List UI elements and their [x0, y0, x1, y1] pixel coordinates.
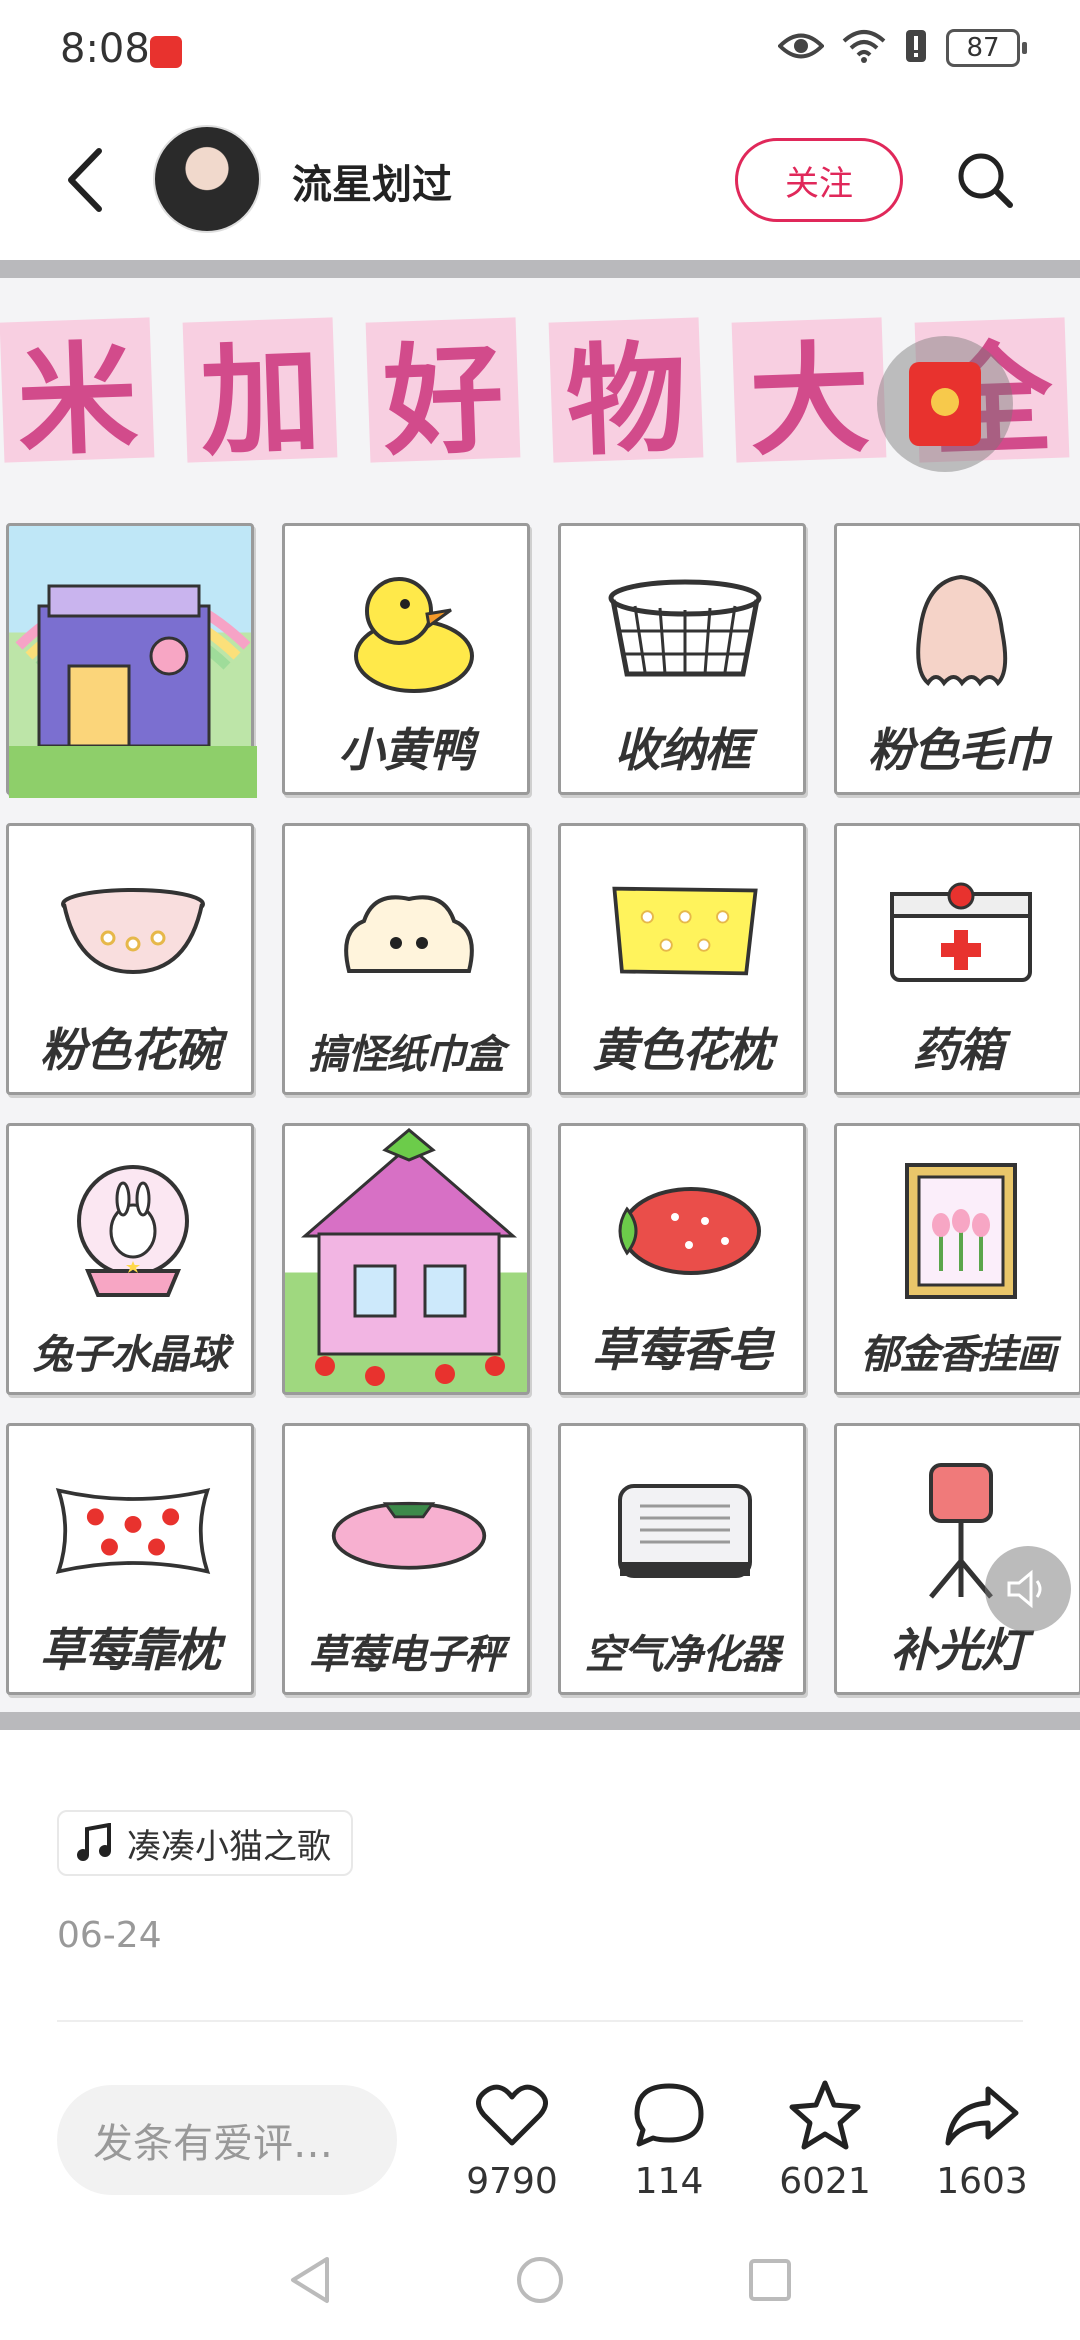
grid-cell: 黄色花枕	[558, 823, 806, 1095]
item-label: 收纳框	[614, 723, 751, 777]
status-time: 8:08	[60, 26, 150, 72]
favorite-button[interactable]: 6021	[760, 2075, 890, 2202]
square-recents-icon	[749, 2259, 791, 2301]
divider	[57, 2020, 1023, 2022]
item-label: 草莓电子秤	[308, 1632, 505, 1678]
bowl-icon	[53, 856, 213, 1006]
comment-bubble-icon	[634, 2083, 704, 2147]
item-label: 搞怪纸巾盒	[308, 1032, 505, 1078]
speaker-icon	[1007, 1569, 1042, 1609]
comment-button[interactable]: 114	[604, 2075, 734, 2202]
comment-input[interactable]: 发条有爱评…	[57, 2085, 397, 2195]
painting-icon	[881, 1156, 1041, 1306]
nav-recents-button[interactable]	[740, 2250, 800, 2310]
grid-cell: 粉色毛巾	[834, 523, 1080, 795]
medkit-icon	[881, 856, 1041, 1006]
nav-home-button[interactable]	[510, 2250, 570, 2310]
nav-back-button[interactable]	[280, 2250, 340, 2310]
grid-cell: 郁金香挂画	[834, 1123, 1080, 1395]
item-label: 黄色花枕	[592, 1023, 773, 1077]
grid-cell: 搞怪纸巾盒	[282, 823, 530, 1095]
follow-button[interactable]: 关注	[735, 138, 903, 222]
volume-button[interactable]	[985, 1546, 1071, 1632]
grid-cell-house	[6, 523, 257, 798]
like-count: 9790	[466, 2161, 558, 2202]
post-image-banner: 米 加 好 物 大 全	[0, 296, 1080, 486]
item-label: 空气净化器	[584, 1632, 781, 1678]
share-count: 1603	[936, 2161, 1028, 2202]
bottom-action-bar: 发条有爱评… 9790 114 6021 1603	[0, 2065, 1080, 2220]
banner-char: 好	[365, 317, 521, 473]
comment-count: 114	[634, 2161, 704, 2202]
grid-cell: 兔子水晶球	[6, 1123, 254, 1395]
search-button[interactable]	[950, 145, 1020, 215]
app-notification-icon	[150, 36, 182, 68]
grid-cell: 草莓靠枕	[6, 1423, 254, 1695]
grid-cell: 药箱	[834, 823, 1080, 1095]
music-note-icon	[77, 1823, 111, 1861]
snow-globe-icon	[53, 1156, 213, 1306]
author-name[interactable]: 流星划过	[292, 152, 452, 210]
red-packet-button[interactable]	[877, 336, 1013, 472]
item-label: 小黄鸭	[338, 723, 475, 777]
cushion-icon	[53, 1456, 213, 1606]
banner-char: 米	[0, 317, 155, 473]
heart-icon	[476, 2084, 548, 2146]
banner-char: 大	[731, 317, 887, 473]
eye-icon	[777, 31, 825, 65]
pillow-icon	[605, 856, 765, 1006]
triangle-back-icon	[291, 2257, 329, 2303]
tissue-box-icon	[329, 856, 489, 1006]
music-label: 凑凑小猫之歌	[127, 1826, 331, 1867]
favorite-count: 6021	[779, 2161, 871, 2202]
grid-cell: 空气净化器	[558, 1423, 806, 1695]
item-grid: 小黄鸭 收纳框 粉色毛巾 粉色花碗 搞怪纸巾盒 黄色花枕 药箱 兔子水晶球 草莓…	[6, 523, 1080, 1703]
red-packet-icon	[909, 362, 981, 446]
music-tag[interactable]: 凑凑小猫之歌	[57, 1810, 353, 1876]
item-label: 郁金香挂画	[860, 1332, 1057, 1378]
banner-char: 物	[548, 317, 704, 473]
post-date: 06-24	[57, 1915, 162, 1956]
basket-icon	[605, 556, 765, 706]
strawberry-house-illustration	[300, 1128, 518, 1386]
grid-cell: 草莓香皂	[558, 1123, 806, 1395]
item-label: 粉色花碗	[40, 1023, 221, 1077]
item-label: 草莓香皂	[592, 1323, 773, 1377]
item-label: 药箱	[913, 1023, 1004, 1077]
towel-icon	[881, 556, 1041, 706]
item-label: 草莓靠枕	[40, 1623, 221, 1677]
banner-char: 加	[182, 317, 338, 473]
grid-cell: 小黄鸭	[282, 523, 530, 795]
author-avatar[interactable]	[153, 125, 261, 233]
post-image[interactable]: 米 加 好 物 大 全 小黄鸭 收纳框 粉色毛巾 粉色花碗 搞怪纸巾盒 黄色花枕…	[0, 260, 1080, 1730]
system-navigation-bar	[0, 2220, 1080, 2340]
search-icon	[958, 153, 1013, 208]
soap-icon	[605, 1156, 765, 1306]
like-button[interactable]: 9790	[447, 2075, 577, 2202]
share-arrow-icon	[945, 2086, 1019, 2146]
air-purifier-icon	[605, 1456, 765, 1606]
grid-cell: 草莓电子秤	[282, 1423, 530, 1695]
grid-cell-strawberry-house	[282, 1123, 530, 1395]
status-bar: 8:08 87	[0, 0, 1080, 100]
share-button[interactable]: 1603	[917, 2075, 1047, 2202]
item-label: 兔子水晶球	[32, 1332, 229, 1378]
circle-home-icon	[517, 2257, 563, 2303]
back-button[interactable]	[50, 140, 120, 220]
chevron-left-icon	[68, 148, 102, 212]
duck-icon	[329, 556, 489, 706]
grid-cell: 收纳框	[558, 523, 806, 795]
post-header: 流星划过 关注	[0, 100, 1080, 260]
status-icons: 87	[777, 28, 1027, 68]
house-illustration	[9, 584, 257, 798]
wifi-icon	[842, 29, 886, 67]
scale-icon	[329, 1456, 489, 1606]
grid-cell: 粉色花碗	[6, 823, 254, 1095]
star-icon	[789, 2080, 861, 2150]
grid-cell: 补光灯	[834, 1423, 1080, 1695]
item-label: 粉色毛巾	[868, 723, 1049, 777]
alert-icon	[904, 28, 928, 68]
battery-icon: 87	[946, 29, 1027, 67]
